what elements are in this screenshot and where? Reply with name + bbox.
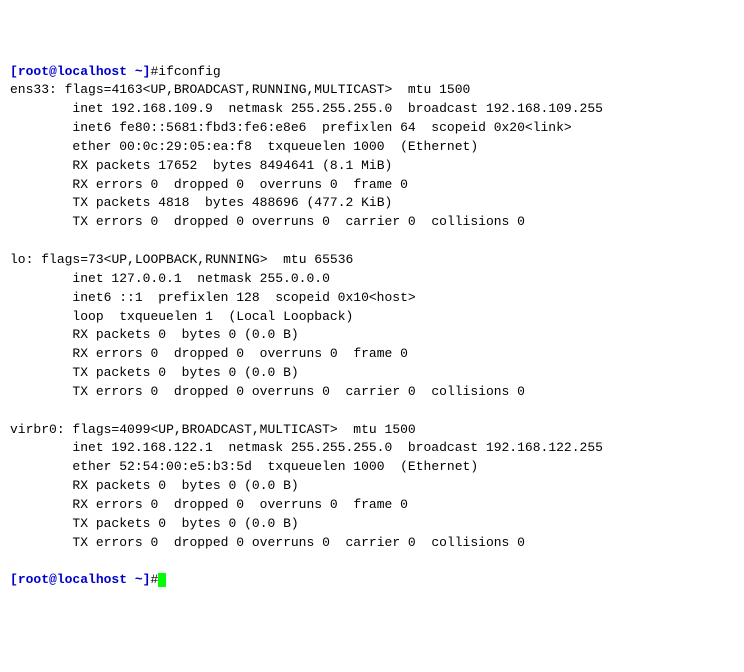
prompt-hash: # (150, 572, 158, 587)
prompt-userhost: root@localhost (18, 572, 127, 587)
iface-ens33-ether: ether 00:0c:29:05:ea:f8 txqueuelen 1000 … (10, 139, 478, 154)
prompt-line-2: [root@localhost ~]# (10, 572, 158, 587)
iface-virbr0-header: virbr0: flags=4099<UP,BROADCAST,MULTICAS… (10, 422, 416, 437)
iface-ens33-inet: inet 192.168.109.9 netmask 255.255.255.0… (10, 101, 603, 116)
iface-ens33-tx-errors: TX errors 0 dropped 0 overruns 0 carrier… (10, 214, 525, 229)
prompt-userhost: root@localhost (18, 64, 127, 79)
iface-ens33-rx-errors: RX errors 0 dropped 0 overruns 0 frame 0 (10, 177, 408, 192)
prompt-open: [ (10, 64, 18, 79)
iface-ens33-rx-packets: RX packets 17652 bytes 8494641 (8.1 MiB) (10, 158, 392, 173)
prompt-open: [ (10, 572, 18, 587)
iface-lo-rx-packets: RX packets 0 bytes 0 (0.0 B) (10, 327, 299, 342)
iface-virbr0-inet: inet 192.168.122.1 netmask 255.255.255.0… (10, 440, 603, 455)
prompt-path: ~ (127, 572, 143, 587)
iface-virbr0-ether: ether 52:54:00:e5:b3:5d txqueuelen 1000 … (10, 459, 478, 474)
iface-ens33-header: ens33: flags=4163<UP,BROADCAST,RUNNING,M… (10, 82, 470, 97)
iface-lo-rx-errors: RX errors 0 dropped 0 overruns 0 frame 0 (10, 346, 408, 361)
iface-ens33-tx-packets: TX packets 4818 bytes 488696 (477.2 KiB) (10, 195, 392, 210)
iface-lo-tx-errors: TX errors 0 dropped 0 overruns 0 carrier… (10, 384, 525, 399)
iface-lo-inet: inet 127.0.0.1 netmask 255.0.0.0 (10, 271, 330, 286)
cursor-icon[interactable] (158, 573, 166, 587)
prompt-line-1: [root@localhost ~]# (10, 64, 158, 79)
iface-ens33-inet6: inet6 fe80::5681:fbd3:fe6:e8e6 prefixlen… (10, 120, 572, 135)
iface-virbr0-rx-packets: RX packets 0 bytes 0 (0.0 B) (10, 478, 299, 493)
iface-lo-tx-packets: TX packets 0 bytes 0 (0.0 B) (10, 365, 299, 380)
command-input[interactable]: ifconfig (158, 64, 220, 79)
iface-virbr0-tx-errors: TX errors 0 dropped 0 overruns 0 carrier… (10, 535, 525, 550)
iface-lo-header: lo: flags=73<UP,LOOPBACK,RUNNING> mtu 65… (10, 252, 353, 267)
iface-virbr0-tx-packets: TX packets 0 bytes 0 (0.0 B) (10, 516, 299, 531)
iface-lo-inet6: inet6 ::1 prefixlen 128 scopeid 0x10<hos… (10, 290, 416, 305)
prompt-path: ~ (127, 64, 143, 79)
iface-lo-loop: loop txqueuelen 1 (Local Loopback) (10, 309, 353, 324)
iface-virbr0-rx-errors: RX errors 0 dropped 0 overruns 0 frame 0 (10, 497, 408, 512)
